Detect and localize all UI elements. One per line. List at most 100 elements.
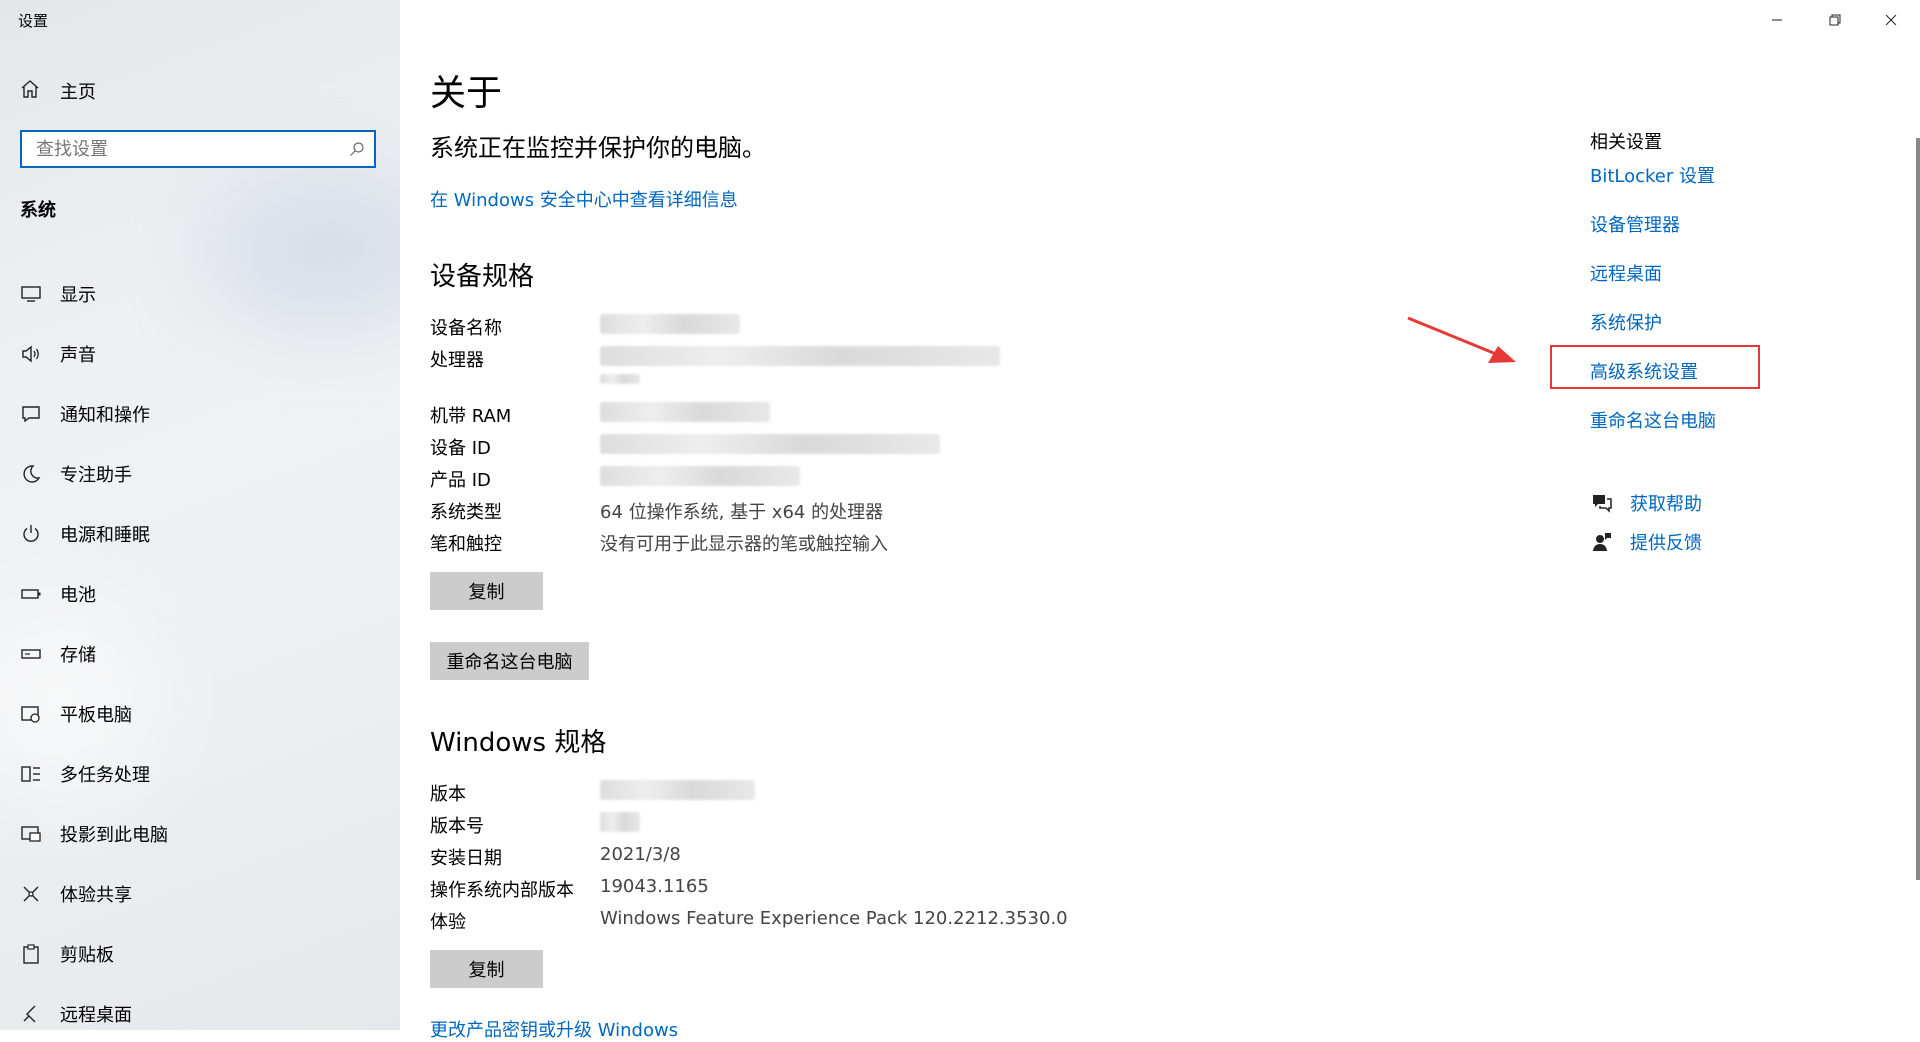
monitor-icon xyxy=(20,283,42,305)
search-box[interactable] xyxy=(20,130,376,168)
remote-icon xyxy=(20,1003,42,1025)
sidebar-item-label: 剪贴板 xyxy=(60,945,114,966)
system-protection-link[interactable]: 系统保护 xyxy=(1590,309,1662,335)
spec-value: Windows Feature Experience Pack 120.2212… xyxy=(600,908,1068,929)
close-icon xyxy=(1885,11,1897,30)
sidebar-item-label: 专注助手 xyxy=(60,465,132,486)
speaker-icon xyxy=(20,343,42,365)
spec-key: 处理器 xyxy=(430,350,484,371)
search-icon[interactable] xyxy=(340,141,374,157)
spec-row: 体验 Windows Feature Experience Pack 120.2… xyxy=(430,908,1068,934)
spec-value-redacted xyxy=(600,812,640,838)
spec-value-redacted xyxy=(600,780,755,806)
spec-key: 系统类型 xyxy=(430,502,502,523)
remote-desktop-link[interactable]: 远程桌面 xyxy=(1590,260,1662,286)
close-button[interactable] xyxy=(1862,0,1920,40)
sidebar-item-label: 显示 xyxy=(60,285,96,306)
copy-device-specs-button[interactable]: 复制 xyxy=(430,572,543,610)
sidebar-item-label: 通知和操作 xyxy=(60,405,150,426)
sidebar-item-focus-assist[interactable]: 专注助手 xyxy=(0,444,400,504)
copy-windows-specs-button[interactable]: 复制 xyxy=(430,950,543,988)
sidebar-item-remote-desktop[interactable]: 远程桌面 xyxy=(0,984,400,1030)
sidebar-item-storage[interactable]: 存储 xyxy=(0,624,400,684)
spec-value-redacted xyxy=(600,434,940,460)
spec-row: 版本 xyxy=(430,780,755,806)
get-help-link[interactable]: 获取帮助 xyxy=(1590,490,1702,516)
spec-row: 安装日期 2021/3/8 xyxy=(430,844,681,870)
scrollbar[interactable] xyxy=(1916,138,1920,880)
sidebar-item-notifications[interactable]: 通知和操作 xyxy=(0,384,400,444)
spec-value: 19043.1165 xyxy=(600,876,709,897)
notification-icon xyxy=(20,403,42,425)
sidebar-nav: 显示 声音 通知和操作 专注助手 电源和睡眠 电池 存储 平板电脑 多任务处理 … xyxy=(0,264,400,1030)
spec-row: 产品 ID xyxy=(430,466,800,492)
sidebar-item-label: 平板电脑 xyxy=(60,705,132,726)
spec-row: 系统类型 64 位操作系统, 基于 x64 的处理器 xyxy=(430,498,883,524)
security-center-link[interactable]: 在 Windows 安全中心中查看详细信息 xyxy=(430,186,738,212)
give-feedback-label: 提供反馈 xyxy=(1630,533,1702,554)
sidebar-item-multitasking[interactable]: 多任务处理 xyxy=(0,744,400,804)
spec-value: 64 位操作系统, 基于 x64 的处理器 xyxy=(600,502,884,523)
sidebar-item-label: 远程桌面 xyxy=(60,1005,132,1026)
sidebar-item-label: 电池 xyxy=(60,585,96,606)
spec-value-redacted xyxy=(600,402,770,428)
spec-row: 设备 ID xyxy=(430,434,940,460)
clipboard-icon xyxy=(20,943,42,965)
window-title: 设置 xyxy=(18,12,49,30)
spec-key: 机带 RAM xyxy=(430,406,512,427)
spec-key: 设备名称 xyxy=(430,318,502,339)
device-manager-link[interactable]: 设备管理器 xyxy=(1590,211,1680,237)
sidebar-item-project[interactable]: 投影到此电脑 xyxy=(0,804,400,864)
sidebar-item-display[interactable]: 显示 xyxy=(0,264,400,324)
home-icon xyxy=(20,79,40,103)
spec-key: 设备 ID xyxy=(430,438,491,459)
search-input[interactable] xyxy=(34,133,340,165)
sidebar-item-tablet[interactable]: 平板电脑 xyxy=(0,684,400,744)
main-content: 关于 系统正在监控并保护你的电脑。 在 Windows 安全中心中查看详细信息 … xyxy=(400,0,1920,1041)
spec-key: 版本号 xyxy=(430,816,484,837)
related-settings: 相关设置 xyxy=(1590,128,1662,154)
spec-row: 机带 RAM xyxy=(430,402,770,428)
spec-key: 操作系统内部版本 xyxy=(430,880,574,901)
chat-help-icon xyxy=(1590,493,1614,513)
spec-value-redacted xyxy=(600,314,740,340)
battery-icon xyxy=(20,583,42,605)
tablet-icon xyxy=(20,703,42,725)
spec-value-redacted xyxy=(600,346,1000,384)
protection-status: 系统正在监控并保护你的电脑。 xyxy=(430,134,766,162)
sidebar-item-label: 投影到此电脑 xyxy=(60,825,168,846)
minimize-icon xyxy=(1771,11,1783,30)
rename-pc-button[interactable]: 重命名这台电脑 xyxy=(430,642,589,680)
bitlocker-settings-link[interactable]: BitLocker 设置 xyxy=(1590,162,1715,188)
spec-key: 笔和触控 xyxy=(430,534,502,555)
page-title: 关于 xyxy=(430,73,503,114)
spec-row: 处理器 xyxy=(430,346,1000,384)
spec-row: 版本号 xyxy=(430,812,640,838)
restore-icon xyxy=(1829,11,1841,30)
sidebar-item-sound[interactable]: 声音 xyxy=(0,324,400,384)
sidebar-item-clipboard[interactable]: 剪贴板 xyxy=(0,924,400,984)
minimize-button[interactable] xyxy=(1748,0,1806,40)
spec-key: 安装日期 xyxy=(430,848,502,869)
device-specs-heading: 设备规格 xyxy=(430,262,535,292)
restore-button[interactable] xyxy=(1806,0,1864,40)
sidebar-item-label: 声音 xyxy=(60,345,96,366)
multitask-icon xyxy=(20,763,42,785)
sidebar: 设置 主页 系统 显示 声音 通知和操作 专注助手 xyxy=(0,0,400,1030)
spec-value-redacted xyxy=(600,466,800,492)
rename-pc-link[interactable]: 重命名这台电脑 xyxy=(1590,407,1716,433)
home-label: 主页 xyxy=(60,82,96,103)
storage-icon xyxy=(20,643,42,665)
spec-key: 版本 xyxy=(430,784,466,805)
spec-value: 2021/3/8 xyxy=(600,844,681,865)
home-nav[interactable]: 主页 xyxy=(20,76,96,106)
feedback-icon xyxy=(1590,532,1614,552)
spec-row: 笔和触控 没有可用于此显示器的笔或触控输入 xyxy=(430,530,888,556)
sidebar-item-battery[interactable]: 电池 xyxy=(0,564,400,624)
annotation-arrow-icon xyxy=(1407,316,1516,363)
give-feedback-link[interactable]: 提供反馈 xyxy=(1590,529,1702,555)
sidebar-item-power-sleep[interactable]: 电源和睡眠 xyxy=(0,504,400,564)
sidebar-item-shared-experiences[interactable]: 体验共享 xyxy=(0,864,400,924)
share-icon xyxy=(20,883,42,905)
change-product-key-link[interactable]: 更改产品密钥或升级 Windows xyxy=(430,1016,678,1042)
